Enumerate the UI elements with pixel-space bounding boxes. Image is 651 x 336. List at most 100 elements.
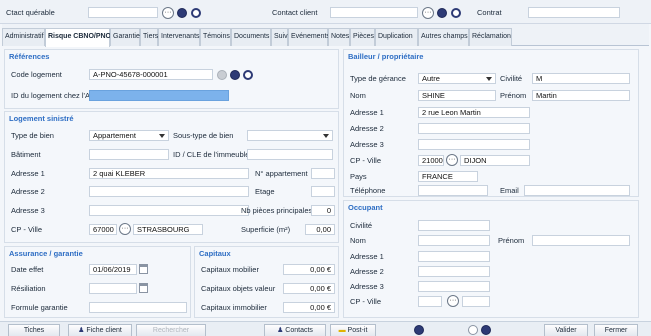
tab-reclamation[interactable]: Réclamation bbox=[469, 28, 512, 46]
pays-field[interactable]: FRANCE bbox=[418, 171, 478, 182]
type-bien-select[interactable]: Appartement bbox=[89, 130, 169, 141]
ellipsis-icon[interactable]: ··· bbox=[162, 7, 174, 19]
calendar-icon[interactable] bbox=[139, 283, 148, 293]
cp-field[interactable]: 67000 bbox=[89, 224, 117, 235]
dropdown-arrow-icon bbox=[323, 134, 329, 138]
capitaux-mobilier-label: Capitaux mobilier bbox=[201, 265, 259, 274]
contrat-label: Contrat bbox=[477, 8, 502, 17]
contacts-label: Contacts bbox=[285, 327, 313, 334]
adresse3-field[interactable] bbox=[89, 205, 249, 216]
contacts-button[interactable]: ♟ Contacts bbox=[264, 324, 326, 336]
tab-temoins[interactable]: Témoins bbox=[200, 28, 231, 46]
nom-field[interactable]: SHINE bbox=[418, 90, 496, 101]
contact-client-field[interactable] bbox=[330, 7, 418, 18]
tab-evenements[interactable]: Evénements bbox=[288, 28, 330, 46]
tab-intervenants[interactable]: Intervenants bbox=[158, 28, 200, 46]
formule-field[interactable] bbox=[89, 302, 187, 313]
batiment-label: Bâtiment bbox=[11, 150, 41, 159]
navy-circle-icon[interactable] bbox=[177, 8, 187, 18]
civilite-field[interactable]: M bbox=[532, 73, 630, 84]
email-field[interactable] bbox=[524, 185, 630, 196]
tab-garanties[interactable]: Garanties bbox=[110, 28, 143, 46]
calendar-icon[interactable] bbox=[139, 264, 148, 274]
adresse2-field[interactable] bbox=[89, 186, 249, 197]
appartement-field[interactable] bbox=[311, 168, 335, 179]
postit-button[interactable]: ▬ Post-it bbox=[330, 324, 376, 336]
ellipsis-icon[interactable]: ··· bbox=[119, 223, 131, 235]
resiliation-field[interactable] bbox=[89, 283, 137, 294]
bailleur-title: Bailleur / propriétaire bbox=[348, 52, 424, 61]
fermer-button[interactable]: Fermer bbox=[594, 324, 638, 336]
navy-circle-icon[interactable] bbox=[437, 8, 447, 18]
fiche-client-button[interactable]: ♟ Fiche client bbox=[68, 324, 132, 336]
user-icon[interactable] bbox=[481, 325, 491, 335]
contrat-field[interactable] bbox=[528, 7, 620, 18]
ellipsis-icon[interactable]: ··· bbox=[446, 154, 458, 166]
nb-pieces-field[interactable]: 0 bbox=[311, 205, 335, 216]
tab-duplication[interactable]: Duplication bbox=[375, 28, 418, 46]
occupant-ville-field[interactable] bbox=[462, 296, 490, 307]
prenom-field[interactable]: Martin bbox=[532, 90, 630, 101]
postit-label: Post-it bbox=[347, 327, 368, 334]
telephone-field[interactable] bbox=[418, 185, 488, 196]
tab-tiers[interactable]: Tiers bbox=[140, 28, 158, 46]
occupant-cp-field[interactable] bbox=[418, 296, 442, 307]
occupant-adresse3-label: Adresse 3 bbox=[350, 282, 384, 291]
bailleur-adresse1-field[interactable]: 2 rue Leon Martin bbox=[418, 107, 530, 118]
ring-circle-icon[interactable] bbox=[191, 8, 201, 18]
occupant-section: Occupant Civilité Nom Prénom Adresse 1 A… bbox=[343, 200, 639, 318]
ellipsis-icon[interactable]: ··· bbox=[447, 295, 459, 307]
telephone-label: Téléphone bbox=[350, 186, 386, 195]
occupant-adresse2-field[interactable] bbox=[418, 266, 490, 277]
navy-circle-icon[interactable] bbox=[230, 70, 240, 80]
references-title: Références bbox=[9, 52, 50, 61]
etage-field[interactable] bbox=[311, 186, 335, 197]
fiche-client-label: Fiche client bbox=[86, 327, 122, 334]
search-icon[interactable] bbox=[468, 325, 478, 335]
tab-documents[interactable]: Documents bbox=[231, 28, 271, 46]
occupant-prenom-field[interactable] bbox=[532, 235, 630, 246]
ring-circle-icon[interactable] bbox=[243, 70, 253, 80]
ville-field[interactable]: STRASBOURG bbox=[133, 224, 203, 235]
ring-circle-icon[interactable] bbox=[451, 8, 461, 18]
bailleur-cp-field[interactable]: 21000 bbox=[418, 155, 444, 166]
tab-pieces[interactable]: Pièces bbox=[350, 28, 375, 46]
ctact-querable-label: Ctact quérable bbox=[6, 8, 55, 17]
capitaux-mobilier-field[interactable]: 0,00 € bbox=[283, 264, 335, 275]
logement-section: Logement sinistré Type de bien Apparteme… bbox=[4, 111, 339, 243]
tab-risque[interactable]: Risque CBNO/PNO bbox=[45, 28, 111, 47]
tab-notes[interactable]: Notes bbox=[328, 28, 350, 46]
occupant-nom-field[interactable] bbox=[418, 235, 490, 246]
superficie-field[interactable]: 0,00 bbox=[305, 224, 335, 235]
id-logement-label: ID du logement chez l'ADB bbox=[11, 91, 101, 100]
code-logement-field[interactable]: A-PNO-45678-000001 bbox=[89, 69, 213, 80]
id-logement-field[interactable] bbox=[89, 90, 229, 101]
tab-autres-champs[interactable]: Autres champs bbox=[418, 28, 469, 46]
gear-icon[interactable] bbox=[414, 325, 424, 335]
ctact-querable-field[interactable] bbox=[88, 7, 158, 18]
adresse1-field[interactable]: 2 quai KLEBER bbox=[89, 168, 249, 179]
occupant-adresse3-field[interactable] bbox=[418, 281, 490, 292]
valider-button[interactable]: Valider bbox=[544, 324, 588, 336]
tab-suivi[interactable]: Suivi bbox=[271, 28, 289, 46]
ellipsis-icon[interactable]: ··· bbox=[422, 7, 434, 19]
assurance-section: Assurance / garantie Date effet 01/06/20… bbox=[4, 246, 191, 318]
date-effet-label: Date effet bbox=[11, 265, 44, 274]
occupant-civilite-field[interactable] bbox=[418, 220, 490, 231]
batiment-field[interactable] bbox=[89, 149, 169, 160]
capitaux-immobilier-field[interactable]: 0,00 € bbox=[283, 302, 335, 313]
type-gerance-select[interactable]: Autre bbox=[418, 73, 496, 84]
id-cle-field[interactable] bbox=[247, 149, 333, 160]
bailleur-adresse3-field[interactable] bbox=[418, 139, 530, 150]
disabled-button[interactable]: Rechercher bbox=[136, 324, 206, 336]
grey-circle-icon[interactable] bbox=[217, 70, 227, 80]
bailleur-ville-field[interactable]: DIJON bbox=[460, 155, 530, 166]
sous-type-select[interactable] bbox=[247, 130, 333, 141]
tiches-button[interactable]: Tiches bbox=[8, 324, 60, 336]
tab-administratif[interactable]: Administratif bbox=[2, 28, 45, 46]
date-effet-field[interactable]: 01/06/2019 bbox=[89, 264, 137, 275]
capitaux-objets-field[interactable]: 0,00 € bbox=[283, 283, 335, 294]
occupant-adresse1-field[interactable] bbox=[418, 251, 490, 262]
bailleur-adresse2-field[interactable] bbox=[418, 123, 530, 134]
logement-title: Logement sinistré bbox=[9, 114, 74, 123]
